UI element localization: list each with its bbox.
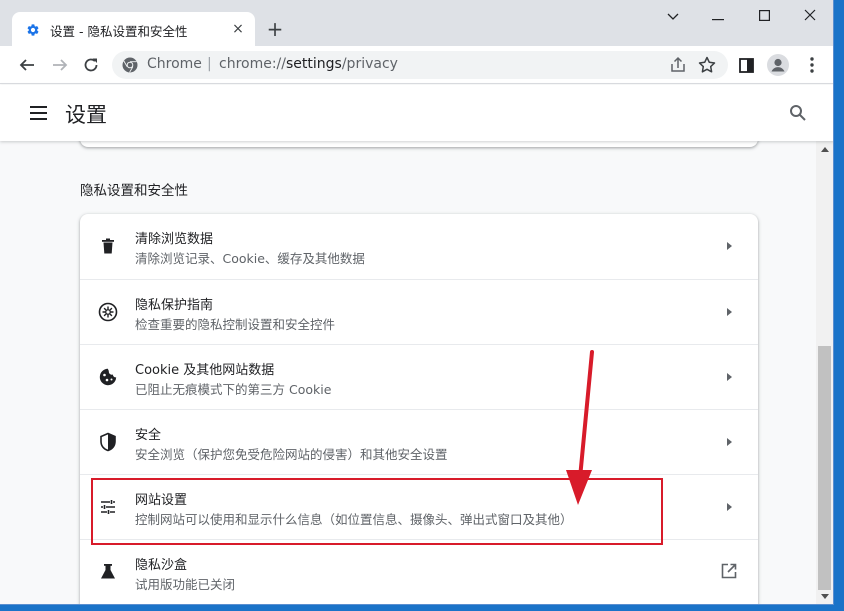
minimize-button[interactable] bbox=[703, 8, 733, 28]
annotation-highlight-box bbox=[91, 478, 663, 545]
chevron-right-icon bbox=[727, 438, 732, 446]
back-icon[interactable] bbox=[16, 54, 38, 76]
row-subtitle: 试用版功能已关闭 bbox=[135, 577, 236, 592]
row-title: Cookie 及其他网站数据 bbox=[135, 363, 275, 378]
chevron-right-icon bbox=[727, 242, 732, 250]
row-subtitle: 检查重要的隐私控制设置和安全控件 bbox=[135, 317, 336, 332]
new-tab-button[interactable]: + bbox=[264, 19, 286, 41]
shield-icon bbox=[100, 432, 116, 452]
section-title: 隐私设置和安全性 bbox=[80, 183, 188, 199]
row-security[interactable]: 安全 安全浏览（保护您免受危险网站的侵害）和其他安全设置 bbox=[80, 409, 758, 474]
row-subtitle: 安全浏览（保护您免受危险网站的侵害）和其他安全设置 bbox=[135, 447, 448, 462]
scroll-up-icon[interactable] bbox=[820, 145, 830, 153]
more-menu-icon[interactable] bbox=[801, 54, 823, 76]
row-subtitle: 已阻止无痕模式下的第三方 Cookie bbox=[135, 382, 332, 397]
privacy-card: 清除浏览数据 清除浏览记录、Cookie、缓存及其他数据 隐私保护指南 检查重要… bbox=[80, 214, 758, 604]
scrollbar[interactable] bbox=[816, 141, 833, 604]
forward-icon[interactable] bbox=[49, 54, 71, 76]
chevron-right-icon bbox=[727, 503, 732, 511]
side-panel-icon[interactable] bbox=[735, 54, 757, 76]
url-host: settings bbox=[286, 56, 342, 72]
row-subtitle: 清除浏览记录、Cookie、缓存及其他数据 bbox=[135, 251, 365, 266]
scroll-thumb[interactable] bbox=[818, 346, 831, 590]
url-text: chrome://settings/privacy bbox=[219, 56, 398, 72]
trash-icon bbox=[102, 238, 114, 254]
chrome-icon bbox=[122, 57, 138, 73]
page-title: 设置 bbox=[65, 103, 107, 127]
gear-icon bbox=[27, 24, 39, 36]
menu-icon[interactable] bbox=[29, 104, 49, 122]
omnibox-separator: | bbox=[207, 56, 212, 72]
tab-settings[interactable]: 设置 - 隐私设置和安全性 × bbox=[12, 12, 255, 46]
row-clear-browsing-data[interactable]: 清除浏览数据 清除浏览记录、Cookie、缓存及其他数据 bbox=[80, 214, 758, 279]
url-scheme: chrome:// bbox=[219, 56, 286, 72]
row-title: 安全 bbox=[135, 428, 162, 443]
close-window-button[interactable] bbox=[795, 8, 825, 28]
row-title: 清除浏览数据 bbox=[135, 232, 214, 247]
share-icon[interactable] bbox=[668, 55, 688, 75]
url-path: /privacy bbox=[341, 56, 398, 72]
chevron-right-icon bbox=[727, 373, 732, 381]
flask-icon bbox=[101, 564, 115, 579]
tab-close-icon[interactable]: × bbox=[230, 21, 246, 37]
privacy-guide-icon bbox=[98, 302, 118, 322]
reload-icon[interactable] bbox=[80, 54, 102, 76]
maximize-button[interactable] bbox=[749, 8, 779, 28]
site-label: Chrome bbox=[147, 56, 202, 72]
row-cookies[interactable]: Cookie 及其他网站数据 已阻止无痕模式下的第三方 Cookie bbox=[80, 344, 758, 409]
cookie-icon bbox=[99, 368, 117, 386]
tab-strip: 设置 - 隐私设置和安全性 × + bbox=[0, 0, 833, 46]
search-icon[interactable] bbox=[788, 103, 808, 123]
row-privacy-sandbox[interactable]: 隐私沙盒 试用版功能已关闭 bbox=[80, 539, 758, 604]
external-link-icon bbox=[721, 563, 737, 579]
chevron-down-icon[interactable] bbox=[658, 8, 688, 28]
row-title: 隐私沙盒 bbox=[135, 558, 188, 573]
chevron-right-icon bbox=[727, 308, 732, 316]
row-title: 隐私保护指南 bbox=[135, 298, 214, 313]
row-privacy-guide[interactable]: 隐私保护指南 检查重要的隐私控制设置和安全控件 bbox=[80, 279, 758, 344]
star-icon[interactable] bbox=[697, 55, 717, 75]
settings-header: 设置 bbox=[0, 85, 833, 141]
scroll-down-icon[interactable] bbox=[820, 593, 830, 601]
tab-title: 设置 - 隐私设置和安全性 bbox=[50, 24, 188, 39]
previous-section-card bbox=[80, 141, 758, 147]
browser-toolbar: Chrome | chrome://settings/privacy bbox=[0, 46, 833, 84]
address-bar[interactable]: Chrome | chrome://settings/privacy bbox=[112, 51, 728, 79]
profile-avatar-icon[interactable] bbox=[767, 54, 789, 76]
